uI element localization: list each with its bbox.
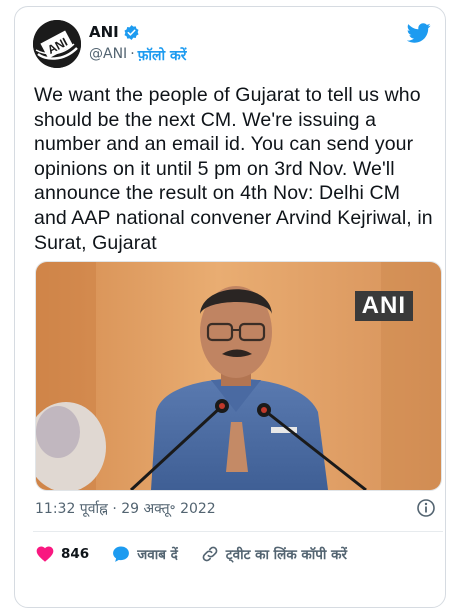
follow-button[interactable]: फ़ॉलो करें <box>138 46 187 65</box>
reply-icon <box>113 546 130 562</box>
handle-row: @ANI · फ़ॉलो करें <box>89 46 187 65</box>
author-name[interactable]: ANI <box>89 23 119 41</box>
verified-badge-icon <box>123 24 140 41</box>
heart-icon <box>36 546 54 562</box>
link-icon <box>202 546 218 562</box>
avatar[interactable]: ANI <box>33 20 81 68</box>
tweet-actions: 846 जवाब दें ट्वीट का लिंक कॉपी करें <box>35 541 440 567</box>
twitter-bird-icon[interactable] <box>406 21 431 45</box>
copy-link-label: ट्वीट का लिंक कॉपी करें <box>225 547 348 563</box>
reply-button[interactable]: जवाब दें <box>111 544 178 564</box>
reply-label: जवाब दें <box>137 547 178 563</box>
author-handle[interactable]: @ANI <box>89 46 127 65</box>
tweet-timestamp[interactable]: 11:32 पूर्वाह्न · 29 अक्तू॰ 2022 <box>35 499 216 518</box>
author-row: ANI <box>89 23 140 41</box>
tweet-meta: 11:32 पूर्वाह्न · 29 अक्तू॰ 2022 <box>35 499 440 518</box>
tweet-card: ANI ANI @ANI · फ़ॉलो करें We want the pe… <box>14 6 446 608</box>
info-icon[interactable] <box>416 498 436 518</box>
like-count: 846 <box>61 546 90 562</box>
media-watermark: ANI <box>354 291 413 321</box>
like-button[interactable]: 846 <box>35 544 89 564</box>
copy-link-button[interactable]: ट्वीट का लिंक कॉपी करें <box>200 544 347 564</box>
divider <box>33 531 443 532</box>
handle-separator: · <box>130 46 135 62</box>
tweet-text: We want the people of Gujarat to tell us… <box>34 84 433 254</box>
tweet-media-image[interactable]: ANI <box>35 261 442 491</box>
